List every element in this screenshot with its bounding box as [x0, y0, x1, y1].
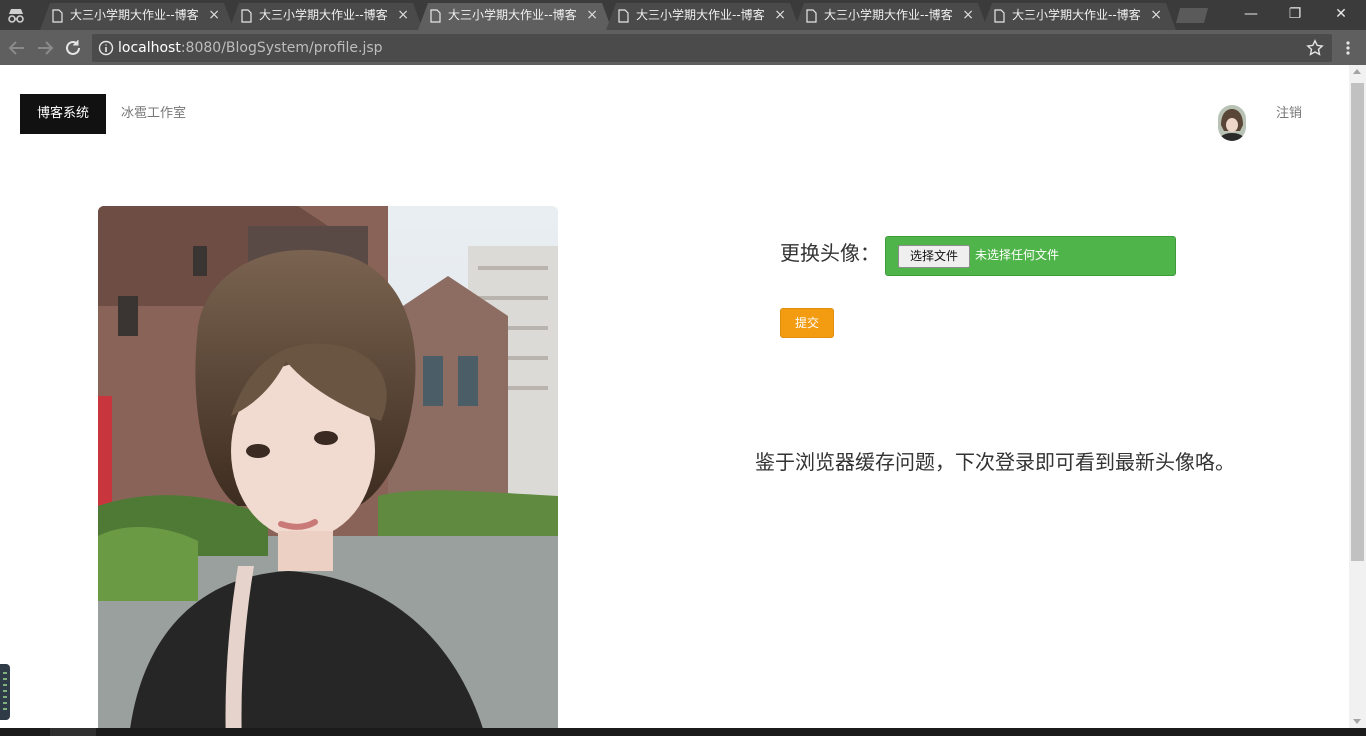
tab-title: 大三小学期大作业--博客 [636, 8, 765, 22]
tab-title: 大三小学期大作业--博客 [259, 8, 388, 22]
tab-close-icon[interactable]: × [1150, 3, 1162, 28]
browser-toolbar: localhost:8080/BlogSystem/profile.jsp [0, 30, 1366, 65]
restore-button[interactable]: ❐ [1272, 0, 1318, 30]
browser-tab[interactable]: 大三小学期大作业--博客 × [982, 3, 1176, 30]
url-text[interactable]: localhost:8080/BlogSystem/profile.jsp [118, 34, 383, 62]
address-bar[interactable]: localhost:8080/BlogSystem/profile.jsp [92, 34, 1332, 62]
cache-notice: 鉴于浏览器缓存问题，下次登录即可看到最新头像咯。 [755, 450, 1235, 474]
bookmark-star-icon[interactable] [1306, 39, 1324, 57]
tab-close-icon[interactable]: × [962, 3, 974, 28]
info-icon[interactable] [98, 40, 114, 56]
document-icon [994, 9, 1005, 23]
tab-close-icon[interactable]: × [208, 3, 220, 28]
url-host: localhost [118, 40, 181, 56]
page-scrollbar[interactable] [1349, 65, 1366, 728]
document-icon [241, 9, 252, 23]
forward-icon[interactable] [34, 37, 56, 59]
profile-photo [98, 206, 558, 728]
document-icon [806, 9, 817, 23]
tab-close-icon[interactable]: × [774, 3, 786, 28]
minimize-button[interactable]: — [1228, 0, 1274, 30]
submit-button[interactable]: 提交 [780, 308, 834, 338]
tab-title: 大三小学期大作业--博客 [70, 8, 199, 22]
side-widget[interactable] [0, 664, 10, 720]
tab-title: 大三小学期大作业--博客 [448, 8, 577, 22]
browser-tab[interactable]: 大三小学期大作业--博客 × [606, 3, 800, 30]
browser-tab[interactable]: 大三小学期大作业--博客 × [794, 3, 988, 30]
browser-tab-active[interactable]: 大三小学期大作业--博客 × [418, 3, 612, 30]
tab-strip: 大三小学期大作业--博客 × 大三小学期大作业--博客 × 大三小学期大作业--… [0, 0, 1366, 30]
browser-tab[interactable]: 大三小学期大作业--博客 × [229, 3, 423, 30]
file-status-text: 未选择任何文件 [975, 248, 1060, 262]
scrollbar-thumb[interactable] [1351, 83, 1364, 561]
reload-icon[interactable] [62, 37, 84, 59]
tab-close-icon[interactable]: × [397, 3, 409, 28]
menu-kebab-icon[interactable] [1340, 40, 1356, 56]
tab-title: 大三小学期大作业--博客 [1012, 8, 1141, 22]
document-icon [52, 9, 63, 23]
new-tab-button[interactable] [1176, 8, 1208, 23]
document-icon [430, 9, 441, 23]
scroll-down-icon[interactable] [1353, 719, 1361, 724]
taskbar [0, 728, 1366, 736]
back-icon[interactable] [6, 37, 28, 59]
avatar-file-input[interactable]: 选择文件 未选择任何文件 [885, 236, 1176, 276]
scroll-up-icon[interactable] [1353, 69, 1361, 74]
logout-link[interactable]: 注销 [1276, 94, 1302, 134]
page-content: 博客系统 冰雹工作室 注销 更换头像： 选择文件 未选择任何文件 提交 鉴于浏览… [0, 65, 1349, 728]
browser-tab[interactable]: 大三小学期大作业--博客 × [40, 3, 234, 30]
tab-title: 大三小学期大作业--博客 [824, 8, 953, 22]
url-path: :8080/BlogSystem/profile.jsp [180, 40, 383, 56]
user-avatar[interactable] [1218, 105, 1246, 141]
incognito-icon [8, 9, 24, 23]
studio-link[interactable]: 冰雹工作室 [121, 94, 186, 134]
tab-close-icon[interactable]: × [586, 3, 598, 28]
taskbar-item[interactable] [50, 728, 96, 736]
brand-link[interactable]: 博客系统 [20, 94, 106, 134]
change-avatar-label: 更换头像： [780, 241, 880, 265]
choose-file-button[interactable]: 选择文件 [898, 245, 970, 268]
document-icon [618, 9, 629, 23]
close-window-button[interactable]: ✕ [1318, 0, 1364, 30]
